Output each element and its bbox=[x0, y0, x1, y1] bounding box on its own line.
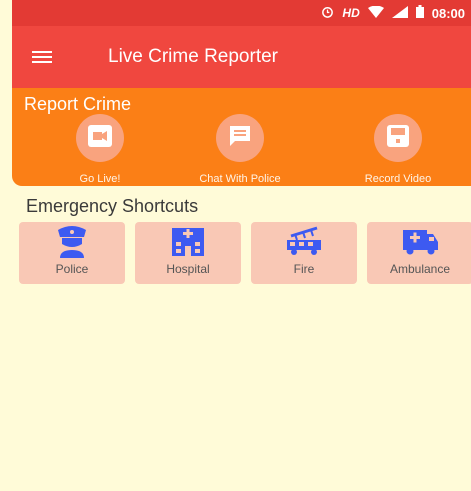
alarm-icon bbox=[321, 5, 334, 21]
ambulance-shortcut[interactable]: Ambulance bbox=[367, 222, 471, 284]
save-record-icon bbox=[386, 124, 410, 153]
chat-icon bbox=[228, 124, 252, 153]
lte-signal-icon bbox=[391, 5, 408, 21]
status-bar: HD 08:00 bbox=[12, 0, 471, 26]
record-video-label: Record Video bbox=[364, 173, 432, 185]
ambulance-icon bbox=[401, 226, 439, 261]
police-icon bbox=[54, 224, 90, 263]
video-camera-icon bbox=[88, 124, 112, 152]
menu-icon[interactable] bbox=[12, 26, 72, 88]
emergency-shortcuts-title: Emergency Shortcuts bbox=[26, 196, 199, 216]
battery-icon bbox=[415, 5, 424, 21]
police-label: Police bbox=[55, 262, 89, 276]
report-crime-card: Report Crime Go Live! Chat With Police R… bbox=[12, 88, 471, 186]
hd-label: HD bbox=[342, 6, 360, 20]
record-video-button[interactable]: Record Video bbox=[338, 114, 458, 185]
chat-with-police-button[interactable]: Chat With Police bbox=[180, 114, 300, 185]
wifi-icon bbox=[367, 5, 384, 21]
app-title: Live Crime Reporter bbox=[108, 46, 278, 67]
app-bar: Live Crime Reporter bbox=[12, 26, 471, 88]
go-live-button[interactable]: Go Live! bbox=[40, 114, 160, 185]
ambulance-label: Ambulance bbox=[389, 262, 451, 276]
report-crime-title: Report Crime bbox=[24, 94, 132, 114]
hospital-icon bbox=[170, 224, 206, 263]
fire-label: Fire bbox=[293, 262, 315, 276]
chat-with-police-label: Chat With Police bbox=[199, 173, 281, 185]
go-live-label: Go Live! bbox=[79, 173, 121, 185]
fire-truck-icon bbox=[285, 226, 323, 261]
hospital-shortcut[interactable]: Hospital bbox=[135, 222, 241, 284]
police-shortcut[interactable]: Police bbox=[19, 222, 125, 284]
hospital-label: Hospital bbox=[166, 262, 210, 276]
fire-shortcut[interactable]: Fire bbox=[251, 222, 357, 284]
status-time: 08:00 bbox=[431, 5, 465, 21]
